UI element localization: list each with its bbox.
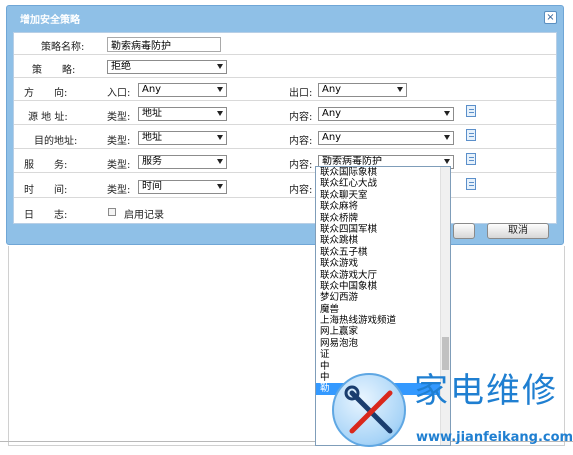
form-row-source-address: 源 地 址: 类型: 地址 内容: Any bbox=[14, 101, 556, 125]
destination-content-label: 内容: bbox=[289, 136, 313, 147]
chevron-down-icon bbox=[217, 159, 223, 164]
document-icon[interactable] bbox=[466, 178, 476, 190]
chevron-down-icon bbox=[217, 64, 223, 69]
form-row-policy: 策 略: 拒绝 bbox=[14, 55, 556, 78]
source-content-value: Any bbox=[322, 108, 342, 119]
form-row-name: 策略名称: bbox=[14, 33, 556, 55]
service-label: 服 务: bbox=[24, 160, 68, 171]
form-row-service: 服 务: 类型: 服务 内容: 勒索病毒防护 bbox=[14, 149, 556, 173]
watermark: 家电维修 www.jianfeikang.com bbox=[332, 363, 573, 455]
dropdown-option[interactable]: 联众麻将 bbox=[316, 201, 450, 212]
document-icon[interactable] bbox=[466, 153, 476, 165]
dropdown-option[interactable]: 网上赢家 bbox=[316, 326, 450, 337]
dropdown-option[interactable]: 联众游戏 bbox=[316, 258, 450, 269]
log-label: 日 志: bbox=[24, 210, 68, 221]
time-type-select[interactable]: 时间 bbox=[138, 180, 227, 194]
policy-name-input[interactable] bbox=[107, 37, 221, 52]
direction-label: 方 向: bbox=[24, 88, 68, 99]
document-icon[interactable] bbox=[466, 105, 476, 117]
dropdown-option[interactable]: 梦幻西游 bbox=[316, 292, 450, 303]
policy-form: 策略名称: 策 略: 拒绝 方 向: 入口: Any 出口: Any bbox=[13, 32, 557, 224]
dialog-title: 增加安全策略 bbox=[20, 15, 80, 26]
chevron-down-icon bbox=[217, 111, 223, 116]
chevron-down-icon bbox=[444, 135, 450, 140]
source-type-label: 类型: bbox=[107, 112, 131, 123]
time-content-label: 内容: bbox=[289, 185, 313, 196]
dialog-titlebar: 增加安全策略 × bbox=[7, 6, 563, 28]
dropdown-option[interactable]: 魔兽 bbox=[316, 304, 450, 315]
destination-content-value: Any bbox=[322, 132, 342, 143]
service-type-label: 类型: bbox=[107, 160, 131, 171]
form-row-log: 日 志: 启用记录 bbox=[14, 198, 556, 224]
time-type-label: 类型: bbox=[107, 185, 131, 196]
document-icon[interactable] bbox=[466, 129, 476, 141]
service-content-label: 内容: bbox=[289, 160, 313, 171]
chevron-down-icon bbox=[217, 135, 223, 140]
destination-address-label: 目的地址: bbox=[34, 136, 78, 147]
policy-select-value: 拒绝 bbox=[111, 61, 131, 72]
dropdown-option[interactable]: 联众游戏大厅 bbox=[316, 270, 450, 281]
service-type-select[interactable]: 服务 bbox=[138, 155, 227, 169]
outbound-select-value: Any bbox=[322, 84, 342, 95]
outbound-select[interactable]: Any bbox=[318, 83, 407, 97]
inbound-select[interactable]: Any bbox=[138, 83, 227, 97]
dropdown-option[interactable]: 证 bbox=[316, 349, 450, 360]
dropdown-option[interactable]: 联众跳棋 bbox=[316, 235, 450, 246]
add-security-policy-dialog: 增加安全策略 × 策略名称: 策 略: 拒绝 方 向: 入口: Any bbox=[6, 5, 564, 245]
source-address-label: 源 地 址: bbox=[28, 112, 68, 123]
service-type-value: 服务 bbox=[142, 156, 162, 167]
chevron-down-icon bbox=[217, 87, 223, 92]
source-content-label: 内容: bbox=[289, 112, 313, 123]
dropdown-option[interactable]: 上海热线游戏频道 bbox=[316, 315, 450, 326]
enable-log-checkbox[interactable] bbox=[108, 208, 116, 216]
wrench-screwdriver-logo bbox=[332, 373, 406, 447]
dropdown-items: 联众国际象棋 联众红心大战 联众聊天室 联众麻将 联众桥牌 联众四国军棋 联众跳棋 联众五子棋… bbox=[316, 167, 450, 395]
form-row-direction: 方 向: 入口: Any 出口: Any bbox=[14, 78, 556, 101]
destination-content-select[interactable]: Any bbox=[318, 131, 454, 145]
chevron-down-icon bbox=[444, 159, 450, 164]
dropdown-option[interactable]: 联众聊天室 bbox=[316, 190, 450, 201]
ok-button[interactable] bbox=[453, 223, 475, 239]
enable-log-label: 启用记录 bbox=[124, 210, 164, 221]
source-type-value: 地址 bbox=[142, 108, 162, 119]
destination-type-label: 类型: bbox=[107, 136, 131, 147]
inbound-label: 入口: bbox=[107, 88, 131, 99]
policy-label: 策 略: bbox=[32, 65, 76, 76]
dropdown-option[interactable]: 网易泡泡 bbox=[316, 338, 450, 349]
watermark-url: www.jianfeikang.com bbox=[416, 430, 573, 445]
cancel-button[interactable]: 取消 bbox=[487, 223, 549, 239]
close-icon: × bbox=[546, 12, 555, 23]
outbound-label: 出口: bbox=[289, 88, 313, 99]
destination-type-value: 地址 bbox=[142, 132, 162, 143]
form-row-time: 时 间: 类型: 时间 内容: bbox=[14, 173, 556, 198]
dropdown-option[interactable]: 联众中国象棋 bbox=[316, 281, 450, 292]
time-label: 时 间: bbox=[24, 185, 68, 196]
policy-select[interactable]: 拒绝 bbox=[107, 60, 227, 74]
close-button[interactable]: × bbox=[544, 11, 557, 24]
dropdown-option[interactable]: 联众国际象棋 bbox=[316, 167, 450, 178]
watermark-title: 家电维修 bbox=[414, 371, 558, 411]
inbound-select-value: Any bbox=[142, 84, 162, 95]
dropdown-option[interactable]: 联众四国军棋 bbox=[316, 224, 450, 235]
source-content-select[interactable]: Any bbox=[318, 107, 454, 121]
dropdown-option[interactable]: 联众桥牌 bbox=[316, 213, 450, 224]
form-row-destination-address: 目的地址: 类型: 地址 内容: Any bbox=[14, 125, 556, 149]
dropdown-option[interactable]: 联众红心大战 bbox=[316, 178, 450, 189]
dropdown-option[interactable]: 联众五子棋 bbox=[316, 247, 450, 258]
name-label: 策略名称: bbox=[41, 42, 85, 53]
source-type-select[interactable]: 地址 bbox=[138, 107, 227, 121]
chevron-down-icon bbox=[217, 184, 223, 189]
chevron-down-icon bbox=[397, 87, 403, 92]
destination-type-select[interactable]: 地址 bbox=[138, 131, 227, 145]
chevron-down-icon bbox=[444, 111, 450, 116]
time-type-value: 时间 bbox=[142, 181, 162, 192]
